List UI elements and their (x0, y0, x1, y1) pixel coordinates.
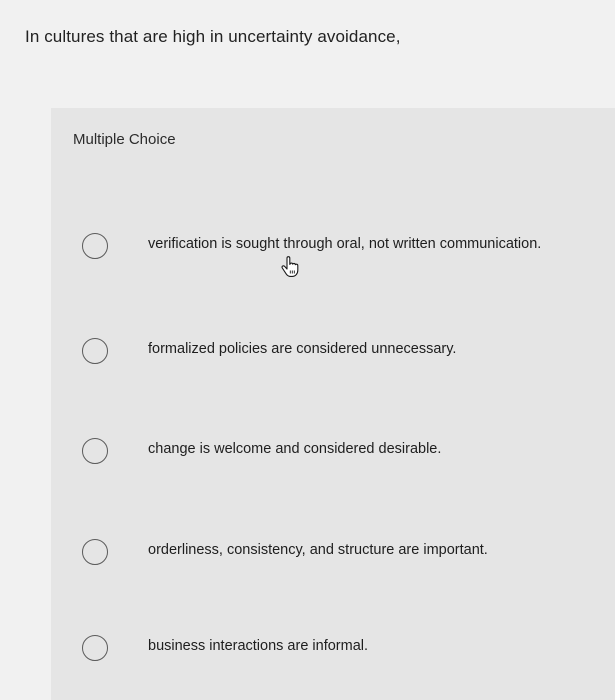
radio-unchecked-icon[interactable] (82, 635, 108, 661)
answer-option-label[interactable]: formalized policies are considered unnec… (148, 341, 456, 357)
answer-option-3[interactable]: change is welcome and considered desirab… (51, 412, 615, 482)
answer-option-4[interactable]: orderliness, consistency, and structure … (51, 514, 615, 584)
radio-unchecked-icon[interactable] (82, 539, 108, 565)
answer-option-1[interactable]: verification is sought through oral, not… (51, 208, 615, 278)
question-type-label: Multiple Choice (73, 131, 176, 148)
answer-option-2[interactable]: formalized policies are considered unnec… (51, 313, 615, 383)
radio-unchecked-icon[interactable] (82, 438, 108, 464)
answer-option-label[interactable]: verification is sought through oral, not… (148, 236, 541, 252)
radio-unchecked-icon[interactable] (82, 233, 108, 259)
multiple-choice-card: Multiple Choice verification is sought t… (51, 108, 615, 700)
answer-option-5[interactable]: business interactions are informal. (51, 610, 615, 680)
hand-pointer-icon (281, 256, 299, 277)
question-text: In cultures that are high in uncertainty… (25, 27, 401, 46)
radio-unchecked-icon[interactable] (82, 338, 108, 364)
answer-option-label[interactable]: orderliness, consistency, and structure … (148, 542, 488, 558)
answer-option-label[interactable]: business interactions are informal. (148, 638, 368, 654)
answer-option-label[interactable]: change is welcome and considered desirab… (148, 441, 441, 457)
